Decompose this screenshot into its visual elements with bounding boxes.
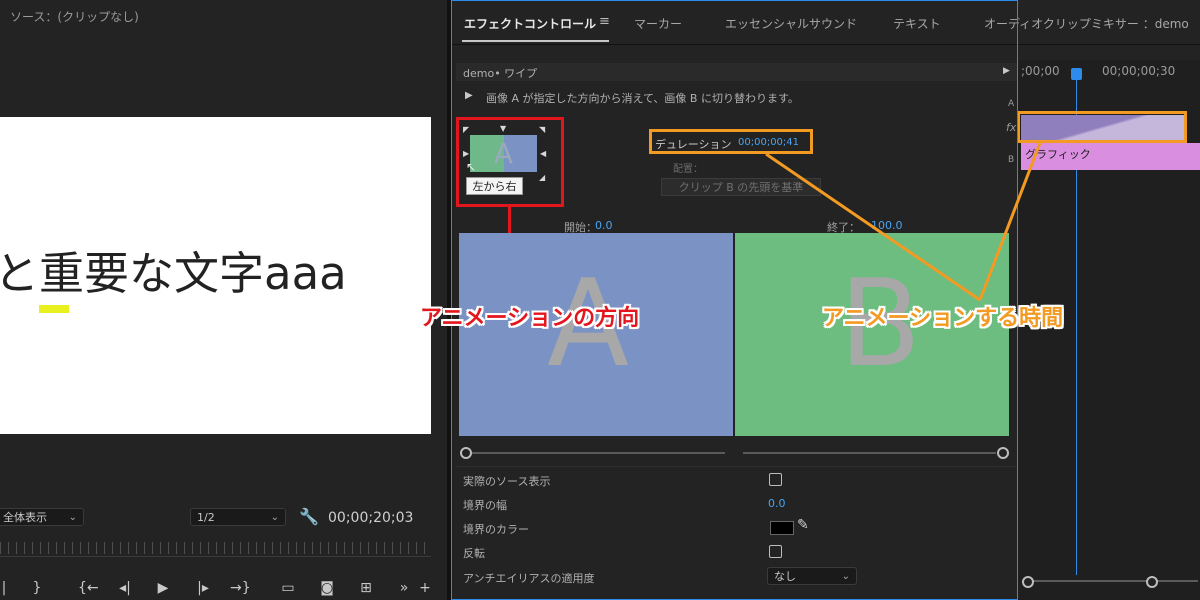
timeline-start-time: ;00;00 — [1021, 64, 1060, 78]
param-show-actual-sources-label: 実際のソース表示 — [463, 475, 551, 488]
playhead-handle[interactable] — [1071, 68, 1082, 80]
source-monitor-frame: と重要な文字aaa — [0, 117, 431, 434]
alignment-dropdown[interactable]: クリップ B の先頭を基準 — [661, 178, 821, 196]
eyedropper-icon[interactable]: ✎ — [797, 517, 809, 533]
timeline-end-time: 00;00;00;30 — [1102, 64, 1176, 78]
effect-header-bar — [456, 63, 1018, 81]
show-actual-sources-checkbox[interactable] — [769, 473, 782, 486]
param-anti-aliasing-label: アンチエイリアスの適用度 — [463, 572, 595, 585]
active-tab-indicator — [462, 40, 609, 42]
step-back-icon[interactable]: ◂| — [115, 578, 135, 598]
frame-text: と重要な文字aaa — [0, 247, 347, 300]
tab-audio-clip-mixer[interactable]: オーディオクリップミキサー ：demo — [984, 15, 1189, 32]
text-highlight — [39, 305, 69, 313]
mark-in-icon[interactable]: | — [0, 578, 14, 598]
panel-menu-icon[interactable]: ≡ — [599, 14, 610, 29]
preview-a: A — [459, 233, 733, 436]
tabs-separator — [451, 44, 1200, 45]
camera-icon[interactable]: ◙ — [317, 578, 337, 598]
safe-margins-icon[interactable]: ▭ — [278, 578, 298, 598]
border-color-swatch[interactable] — [770, 521, 794, 535]
border-width-value[interactable]: 0.0 — [768, 497, 786, 510]
duration-highlight-box — [649, 129, 813, 154]
tab-effect-controls[interactable]: エフェクトコントロール — [464, 15, 596, 32]
add-icon[interactable]: + — [415, 578, 435, 598]
track-a-label: A — [1008, 99, 1015, 109]
direction-highlight-box — [456, 117, 564, 207]
param-reverse-label: 反転 — [463, 547, 485, 560]
effect-breadcrumb: demo• ワイプ — [463, 67, 538, 80]
preview-b: B — [735, 233, 1009, 436]
source-monitor-title: ソース：(クリップなし) — [10, 10, 139, 24]
chevron-down-icon: ⌄ — [68, 512, 77, 523]
source-timecode[interactable]: 00;00;20;03 — [328, 510, 413, 526]
params-separator — [456, 466, 1018, 467]
transition-highlight-box — [1017, 111, 1187, 143]
resolution-value: 1/2 — [197, 511, 215, 524]
zoom-value: 全体表示 — [3, 511, 47, 524]
source-time-ruler[interactable] — [0, 542, 431, 554]
timeline-scroll-knob-left[interactable] — [1022, 576, 1034, 588]
step-forward-icon[interactable]: |▸ — [193, 578, 213, 598]
param-border-width-label: 境界の幅 — [463, 499, 507, 512]
chevron-down-icon: ⌄ — [841, 571, 850, 582]
tab-text[interactable]: テキスト — [893, 15, 941, 32]
end-slider-knob[interactable] — [997, 447, 1009, 459]
time-annotation-label: アニメーションする時間 — [822, 306, 1064, 331]
effect-description: 画像 A が指定した方向から消えて、画像 B に切り替わります。 — [486, 92, 799, 105]
play-icon[interactable]: ▶ — [153, 578, 173, 598]
mark-out-icon[interactable]: } — [27, 578, 47, 598]
go-to-in-icon[interactable]: {← — [78, 578, 99, 598]
tab-essential-sound[interactable]: エッセンシャルサウンド — [725, 15, 857, 32]
reverse-checkbox[interactable] — [769, 545, 782, 558]
wrench-icon[interactable]: 🔧 — [299, 507, 319, 526]
expand-triangle-icon[interactable]: ▶ — [1003, 66, 1010, 76]
alignment-label: 配置： — [673, 164, 703, 175]
start-value[interactable]: 0.0 — [595, 219, 613, 232]
graphic-clip-label: グラフィック — [1025, 148, 1091, 161]
end-slider-track[interactable] — [743, 452, 996, 454]
anti-aliasing-dropdown[interactable]: なし ⌄ — [767, 567, 857, 585]
end-value[interactable]: 100.0 — [871, 219, 903, 232]
ruler-baseline — [0, 556, 431, 557]
fx-label: fx — [1006, 121, 1017, 134]
zoom-dropdown[interactable]: 全体表示 ⌄ — [0, 508, 84, 526]
track-b-label: B — [1008, 155, 1015, 165]
go-to-out-icon[interactable]: →} — [230, 578, 251, 598]
timeline-scroll-knob-right[interactable] — [1146, 576, 1158, 588]
timeline-scrollbar[interactable] — [1022, 580, 1198, 582]
resolution-dropdown[interactable]: 1/2 ⌄ — [190, 508, 286, 526]
export-frame-icon[interactable]: ⊞ — [356, 578, 376, 598]
start-slider-knob[interactable] — [460, 447, 472, 459]
start-slider-track[interactable] — [472, 452, 725, 454]
param-border-color-label: 境界のカラー — [463, 523, 529, 536]
anti-aliasing-value: なし — [774, 570, 796, 583]
more-icon[interactable]: » — [394, 578, 414, 598]
chevron-down-icon: ⌄ — [270, 512, 279, 523]
tab-markers[interactable]: マーカー — [634, 15, 682, 32]
play-transition-icon[interactable]: ▶ — [465, 90, 473, 101]
direction-annotation-label: アニメーションの方向 — [420, 306, 640, 331]
